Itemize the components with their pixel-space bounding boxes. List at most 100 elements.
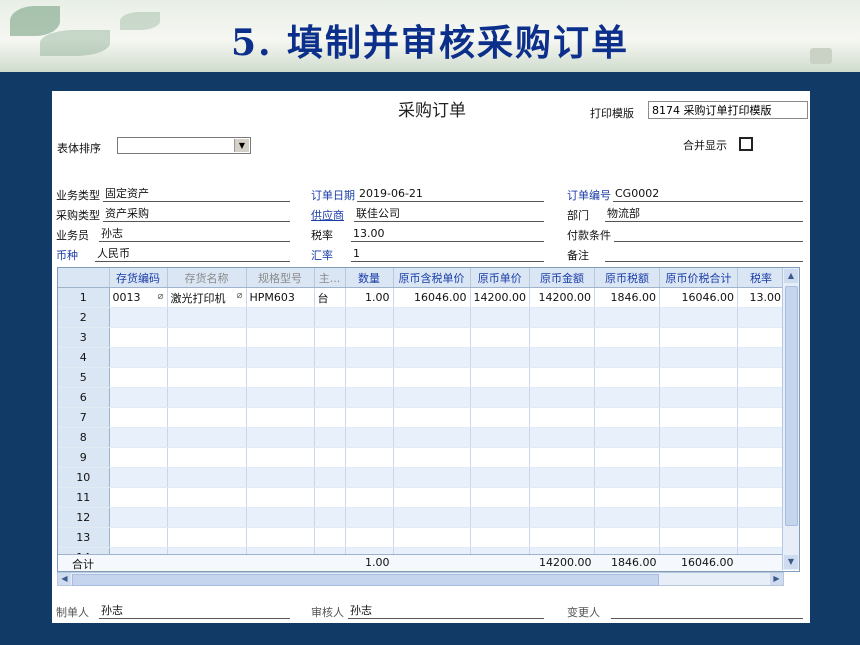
- scroll-up-icon[interactable]: ▲: [784, 269, 798, 283]
- table-cell[interactable]: [529, 327, 595, 348]
- table-cell[interactable]: [529, 367, 595, 388]
- table-cell[interactable]: [345, 327, 394, 348]
- column-header[interactable]: 原币税额: [594, 268, 660, 288]
- column-header[interactable]: 税率: [737, 268, 785, 288]
- scroll-right-icon[interactable]: ▶: [770, 573, 783, 585]
- cell-price[interactable]: 14200.00: [470, 287, 530, 308]
- column-header[interactable]: 原币单价: [470, 268, 530, 288]
- table-cell[interactable]: [737, 507, 785, 528]
- table-cell[interactable]: [470, 367, 530, 388]
- table-cell[interactable]: [167, 347, 247, 368]
- table-cell[interactable]: [314, 327, 346, 348]
- table-cell[interactable]: [529, 347, 595, 368]
- table-cell[interactable]: [470, 527, 530, 548]
- merge-display-checkbox[interactable]: [739, 137, 753, 151]
- cell-amount[interactable]: 14200.00: [529, 287, 595, 308]
- table-row[interactable]: 7: [58, 407, 785, 428]
- table-cell[interactable]: [167, 447, 247, 468]
- table-row[interactable]: 9: [58, 447, 785, 468]
- table-cell[interactable]: [246, 327, 315, 348]
- table-cell[interactable]: [109, 427, 168, 448]
- table-cell[interactable]: [393, 527, 471, 548]
- table-cell[interactable]: [659, 487, 738, 508]
- column-header[interactable]: 主...: [314, 268, 346, 288]
- table-cell[interactable]: [659, 527, 738, 548]
- table-cell[interactable]: [246, 387, 315, 408]
- table-cell[interactable]: [659, 507, 738, 528]
- dept-field[interactable]: 物流部: [605, 207, 803, 222]
- table-cell[interactable]: [737, 527, 785, 548]
- table-cell[interactable]: [246, 447, 315, 468]
- table-cell[interactable]: [246, 487, 315, 508]
- cell-tax[interactable]: 1846.00: [594, 287, 660, 308]
- horizontal-scrollbar[interactable]: ◀ ▶: [57, 572, 784, 586]
- scrollbar-thumb[interactable]: [72, 574, 659, 586]
- table-cell[interactable]: [393, 487, 471, 508]
- table-cell[interactable]: [109, 307, 168, 328]
- supplier-field[interactable]: 联佳公司: [354, 207, 544, 222]
- table-cell[interactable]: [314, 307, 346, 328]
- table-cell[interactable]: [737, 407, 785, 428]
- table-cell[interactable]: [594, 507, 660, 528]
- print-template-field[interactable]: 8174 采购订单打印模版: [648, 101, 808, 119]
- table-cell[interactable]: [470, 507, 530, 528]
- cell-total[interactable]: 16046.00: [659, 287, 738, 308]
- table-cell[interactable]: [109, 487, 168, 508]
- table-row[interactable]: 12: [58, 507, 785, 528]
- sort-select[interactable]: ▼: [117, 137, 251, 154]
- table-cell[interactable]: [246, 307, 315, 328]
- table-cell[interactable]: [737, 307, 785, 328]
- scroll-left-icon[interactable]: ◀: [58, 573, 71, 585]
- table-cell[interactable]: [470, 447, 530, 468]
- table-cell[interactable]: [167, 387, 247, 408]
- table-cell[interactable]: [659, 407, 738, 428]
- cell-unit[interactable]: 台: [314, 287, 346, 308]
- table-cell[interactable]: [345, 427, 394, 448]
- table-cell[interactable]: [529, 507, 595, 528]
- table-row[interactable]: 4: [58, 347, 785, 368]
- table-row[interactable]: 10: [58, 467, 785, 488]
- column-header[interactable]: 存货名称: [167, 268, 247, 288]
- table-cell[interactable]: [594, 327, 660, 348]
- table-row[interactable]: 6: [58, 387, 785, 408]
- table-cell[interactable]: [393, 347, 471, 368]
- table-row[interactable]: 5: [58, 367, 785, 388]
- table-cell[interactable]: [314, 507, 346, 528]
- purchase-type-field[interactable]: 资产采购: [103, 207, 290, 222]
- table-cell[interactable]: [393, 507, 471, 528]
- table-cell[interactable]: [659, 387, 738, 408]
- scroll-down-icon[interactable]: ▼: [784, 555, 798, 569]
- table-cell[interactable]: [109, 387, 168, 408]
- table-cell[interactable]: [529, 407, 595, 428]
- chevron-down-icon[interactable]: ▼: [234, 139, 249, 152]
- table-cell[interactable]: [529, 467, 595, 488]
- table-cell[interactable]: [167, 487, 247, 508]
- table-cell[interactable]: [659, 447, 738, 468]
- table-cell[interactable]: [470, 407, 530, 428]
- table-cell[interactable]: [345, 447, 394, 468]
- table-cell[interactable]: [659, 467, 738, 488]
- table-cell[interactable]: [659, 367, 738, 388]
- table-cell[interactable]: [109, 507, 168, 528]
- table-cell[interactable]: [659, 327, 738, 348]
- supplier-label[interactable]: 供应商: [311, 207, 344, 223]
- table-cell[interactable]: [345, 467, 394, 488]
- table-cell[interactable]: [246, 367, 315, 388]
- table-cell[interactable]: [167, 467, 247, 488]
- table-cell[interactable]: [109, 467, 168, 488]
- table-cell[interactable]: [109, 527, 168, 548]
- cell-tax-price[interactable]: 16046.00: [393, 287, 471, 308]
- table-cell[interactable]: [594, 387, 660, 408]
- table-cell[interactable]: [594, 527, 660, 548]
- table-cell[interactable]: [737, 367, 785, 388]
- cell-spec[interactable]: HPM603: [246, 287, 315, 308]
- table-cell[interactable]: [109, 327, 168, 348]
- table-cell[interactable]: [594, 487, 660, 508]
- vertical-scrollbar[interactable]: ▲ ▼: [782, 268, 799, 570]
- table-cell[interactable]: [470, 427, 530, 448]
- table-cell[interactable]: [345, 407, 394, 428]
- table-cell[interactable]: [345, 367, 394, 388]
- tax-rate-field[interactable]: 13.00: [351, 227, 544, 242]
- table-cell[interactable]: [737, 427, 785, 448]
- table-cell[interactable]: [529, 527, 595, 548]
